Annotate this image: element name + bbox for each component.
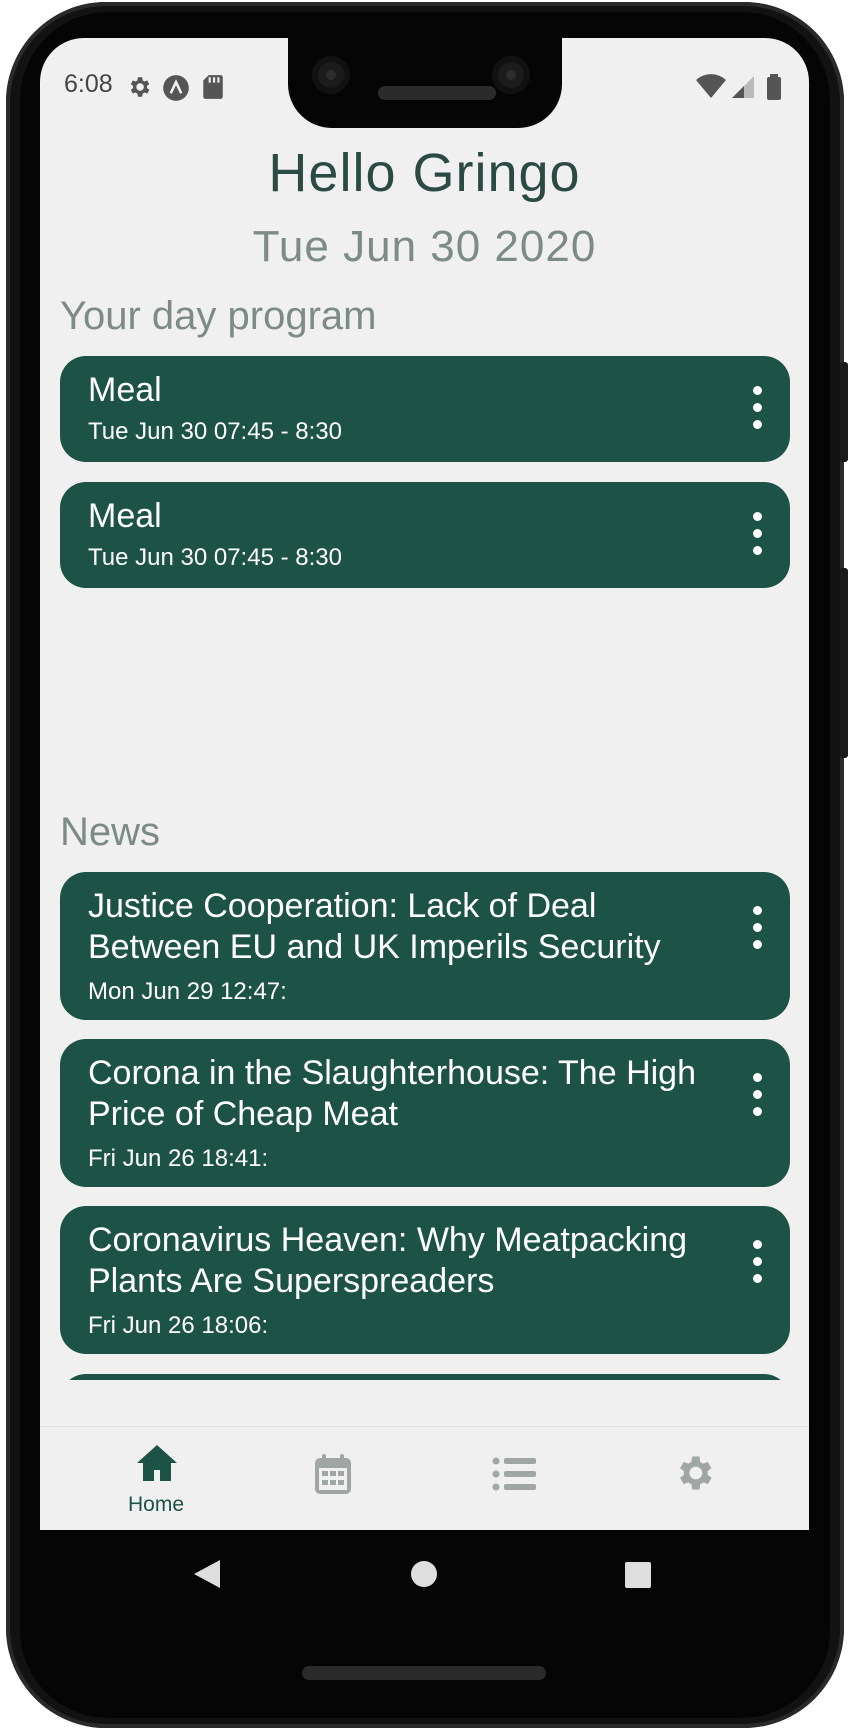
news-title-line: Plants Are Superspreaders	[88, 1262, 495, 1300]
list-icon	[492, 1457, 536, 1491]
a-circle-icon	[162, 74, 190, 108]
gear-icon	[126, 74, 152, 106]
home-icon	[137, 1445, 177, 1481]
home-circle-icon[interactable]	[410, 1560, 438, 1588]
app-screen: 6:08 Hello Gringo Tue Jun 30 2020 Your d…	[40, 38, 809, 1530]
list-clip-area	[40, 1380, 809, 1426]
front-camera-icon	[312, 56, 350, 94]
program-title: Meal	[88, 371, 162, 409]
news-card[interactable]: Coronavirus Heaven: Why Meatpacking Plan…	[60, 1206, 790, 1354]
more-options-icon[interactable]	[750, 1073, 764, 1117]
news-card[interactable]: Justice Cooperation: Lack of Deal Betwee…	[60, 872, 790, 1020]
camera-notch	[288, 38, 562, 128]
program-time: Tue Jun 30 07:45 - 8:30	[88, 544, 342, 571]
volume-button	[840, 568, 848, 758]
settings-icon	[680, 1456, 712, 1490]
bottom-navigation: Home	[40, 1426, 809, 1530]
signal-icon	[730, 74, 756, 106]
nav-item-list[interactable]	[454, 1427, 574, 1530]
nav-label-home: Home	[127, 1493, 185, 1516]
news-title-line: Coronavirus Heaven: Why Meatpacking	[88, 1221, 688, 1259]
news-date: Fri Jun 26 18:41:	[88, 1145, 269, 1172]
back-icon[interactable]	[192, 1558, 222, 1590]
wifi-icon	[696, 74, 726, 106]
news-date: Mon Jun 29 12:47:	[88, 978, 287, 1005]
program-card[interactable]: Meal Tue Jun 30 07:45 - 8:30	[60, 356, 790, 462]
nav-item-settings[interactable]	[634, 1427, 754, 1530]
status-time: 6:08	[64, 70, 113, 98]
calendar-icon	[315, 1454, 351, 1494]
news-title-line: Price of Cheap Meat	[88, 1095, 398, 1133]
program-card[interactable]: Meal Tue Jun 30 07:45 - 8:30	[60, 482, 790, 588]
nav-item-calendar[interactable]	[273, 1427, 393, 1530]
earpiece	[378, 86, 496, 100]
news-heading: News	[60, 810, 161, 854]
news-card[interactable]: Corona in the Slaughterhouse: The High P…	[60, 1039, 790, 1187]
program-time: Tue Jun 30 07:45 - 8:30	[88, 418, 342, 445]
current-date: Tue Jun 30 2020	[252, 222, 597, 271]
program-title: Meal	[88, 497, 162, 535]
day-program-heading: Your day program	[60, 294, 377, 338]
more-options-icon[interactable]	[750, 1240, 764, 1284]
battery-icon	[766, 74, 782, 106]
front-camera-icon	[492, 56, 530, 94]
recents-icon[interactable]	[624, 1561, 652, 1589]
power-button	[840, 362, 848, 462]
news-title-line: Justice Cooperation: Lack of Deal	[88, 887, 597, 925]
system-navigation-bar	[40, 1530, 809, 1618]
more-options-icon[interactable]	[750, 512, 764, 556]
news-date: Fri Jun 26 18:06:	[88, 1312, 269, 1339]
bottom-speaker	[302, 1666, 546, 1680]
more-options-icon[interactable]	[750, 386, 764, 430]
more-options-icon[interactable]	[750, 906, 764, 950]
news-title-line: Between EU and UK Imperils Security	[88, 928, 661, 966]
sd-card-icon	[202, 74, 224, 106]
nav-item-home[interactable]: Home	[96, 1427, 216, 1530]
greeting-title: Hello Gringo	[268, 143, 581, 203]
news-title-line: Corona in the Slaughterhouse: The High	[88, 1054, 696, 1092]
